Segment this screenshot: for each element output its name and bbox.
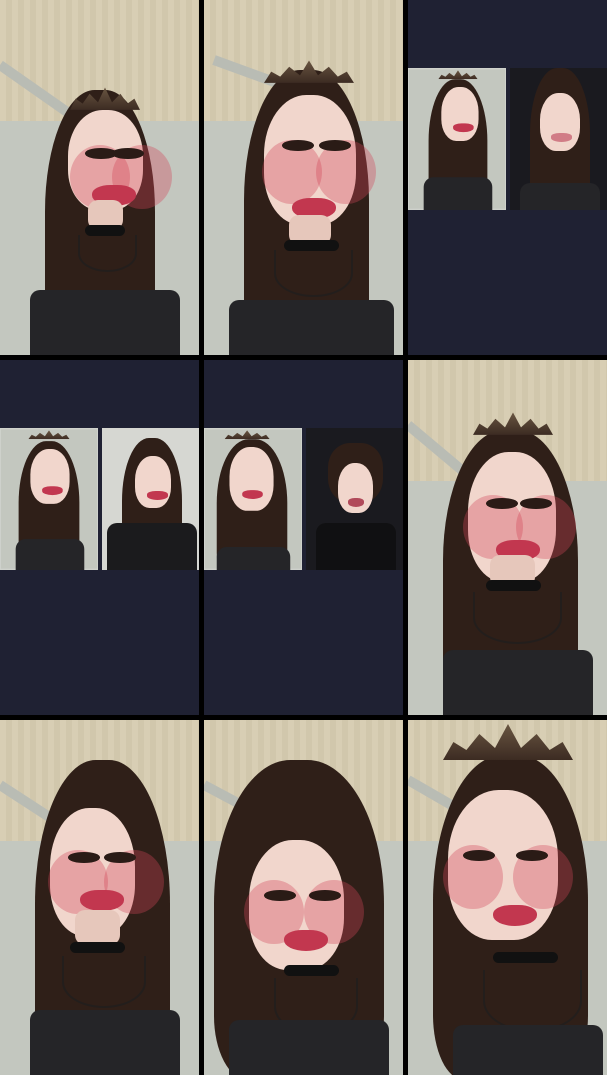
necklace-chain bbox=[62, 956, 146, 1008]
eye bbox=[264, 890, 296, 901]
top bbox=[229, 1020, 389, 1075]
portrait-frame bbox=[408, 360, 607, 715]
split-pane-left[interactable] bbox=[204, 428, 302, 570]
face bbox=[441, 87, 479, 141]
face bbox=[134, 456, 171, 508]
necklace-chain bbox=[274, 250, 353, 297]
portrait-frame bbox=[204, 0, 403, 355]
necklace-chain bbox=[483, 970, 582, 1032]
choker bbox=[486, 580, 541, 591]
split-pane-left[interactable] bbox=[0, 428, 98, 570]
lips bbox=[550, 133, 572, 142]
split-pane-left[interactable] bbox=[408, 68, 506, 210]
video-tile-split[interactable] bbox=[204, 360, 403, 715]
necklace-chain bbox=[473, 592, 562, 644]
eye bbox=[486, 498, 518, 509]
lips bbox=[146, 491, 168, 500]
top bbox=[443, 650, 593, 715]
eye bbox=[319, 140, 351, 151]
portrait-frame bbox=[408, 69, 505, 210]
split-pane-right[interactable] bbox=[101, 428, 199, 570]
video-tile[interactable] bbox=[408, 720, 607, 1075]
portrait-frame bbox=[0, 429, 97, 570]
eye bbox=[463, 850, 495, 861]
top bbox=[423, 177, 493, 210]
top bbox=[216, 547, 291, 570]
eye bbox=[516, 850, 548, 861]
video-tile-split[interactable] bbox=[0, 360, 199, 715]
split-pane-row bbox=[0, 428, 199, 570]
top bbox=[106, 523, 197, 570]
neck bbox=[75, 910, 120, 945]
split-pane-row bbox=[204, 428, 403, 570]
video-tile[interactable] bbox=[204, 0, 403, 355]
choker bbox=[284, 965, 339, 976]
portrait-frame bbox=[204, 429, 301, 570]
eye bbox=[309, 890, 341, 901]
choker bbox=[70, 942, 125, 953]
portrait-frame bbox=[408, 720, 607, 1075]
split-pane-right[interactable] bbox=[509, 68, 607, 210]
choker bbox=[493, 952, 558, 963]
eye bbox=[68, 852, 100, 863]
video-tile[interactable] bbox=[204, 720, 403, 1075]
video-tile[interactable] bbox=[0, 0, 199, 355]
eye bbox=[104, 852, 136, 863]
video-tile[interactable] bbox=[408, 360, 607, 715]
top bbox=[229, 300, 394, 355]
top bbox=[30, 1010, 180, 1075]
video-tile[interactable] bbox=[0, 720, 199, 1075]
split-pane-right[interactable] bbox=[305, 428, 403, 570]
eye bbox=[282, 140, 314, 151]
top bbox=[453, 1025, 603, 1075]
portrait-frame bbox=[204, 720, 403, 1075]
face bbox=[539, 93, 580, 151]
top bbox=[30, 290, 180, 355]
eye bbox=[520, 498, 552, 509]
necklace-chain bbox=[78, 235, 137, 272]
video-tile-split[interactable] bbox=[408, 0, 607, 355]
video-grid bbox=[0, 0, 607, 1075]
lips bbox=[42, 486, 64, 495]
lips bbox=[347, 498, 364, 507]
lips bbox=[242, 490, 264, 499]
eye bbox=[112, 148, 144, 159]
top bbox=[519, 183, 600, 210]
split-pane-row bbox=[408, 68, 607, 210]
portrait-frame bbox=[0, 720, 199, 1075]
face bbox=[30, 449, 70, 504]
top bbox=[15, 539, 85, 570]
face bbox=[229, 447, 274, 511]
lips bbox=[453, 123, 475, 132]
top bbox=[315, 523, 396, 570]
portrait-frame bbox=[0, 0, 199, 355]
